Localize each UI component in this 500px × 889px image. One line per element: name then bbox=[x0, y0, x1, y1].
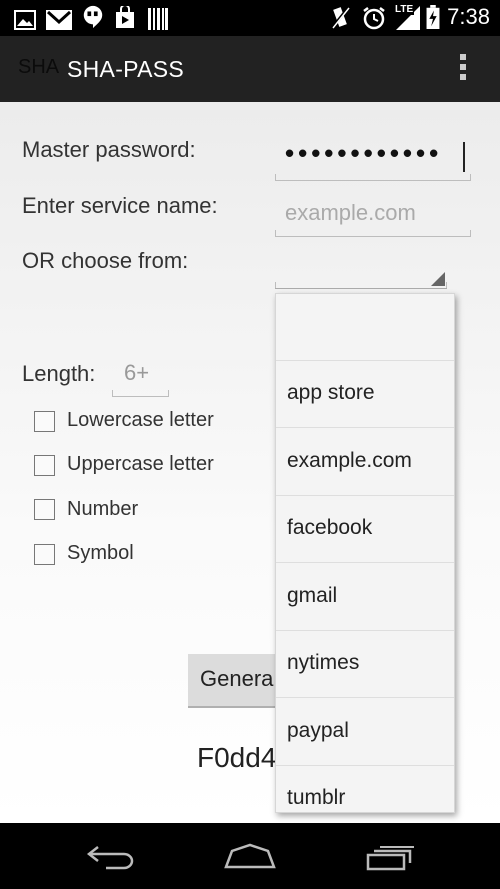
dropdown-item[interactable]: example.com bbox=[276, 429, 454, 496]
number-label: Number bbox=[67, 498, 139, 520]
dropdown-item[interactable]: facebook bbox=[276, 496, 454, 563]
barcode-icon bbox=[148, 8, 168, 30]
dropdown-item-label: paypal bbox=[287, 719, 349, 742]
hangouts-icon bbox=[83, 5, 103, 29]
action-bar: SHA SHA-PASS bbox=[0, 36, 500, 104]
more-vert-icon[interactable] bbox=[458, 54, 468, 84]
length-field[interactable]: 6+ bbox=[112, 358, 169, 397]
dropdown-item-label: nytimes bbox=[287, 651, 360, 674]
master-password-field[interactable]: •••••••••••• bbox=[275, 138, 471, 181]
lowercase-checkbox[interactable] bbox=[34, 411, 55, 432]
text-cursor bbox=[463, 142, 465, 172]
status-bar: LTE 7:38 bbox=[0, 0, 500, 36]
vibrate-icon bbox=[330, 7, 350, 29]
dropdown-item[interactable]: paypal bbox=[276, 699, 454, 766]
recents-icon[interactable] bbox=[366, 845, 416, 871]
dropdown-item[interactable]: nytimes bbox=[276, 631, 454, 698]
lte-signal-icon: LTE bbox=[394, 4, 422, 32]
dropdown-item-label: tumblr bbox=[287, 786, 346, 809]
uppercase-label: Uppercase letter bbox=[67, 453, 214, 475]
dropdown-item-label: app store bbox=[287, 381, 375, 404]
service-dropdown-popup: app store example.com facebook gmail nyt… bbox=[275, 293, 455, 813]
length-placeholder: 6+ bbox=[124, 360, 150, 385]
symbol-label: Symbol bbox=[67, 542, 134, 564]
alarm-icon bbox=[363, 7, 385, 30]
symbol-checkbox[interactable] bbox=[34, 544, 55, 565]
home-icon[interactable] bbox=[224, 843, 276, 869]
status-time: 7:38 bbox=[447, 4, 490, 29]
number-checkbox[interactable] bbox=[34, 499, 55, 520]
service-name-placeholder: example.com bbox=[285, 200, 416, 225]
lte-label: LTE bbox=[394, 4, 415, 15]
app-icon[interactable]: SHA bbox=[18, 56, 62, 82]
app-icon-text: SHA bbox=[18, 56, 60, 78]
service-spinner[interactable] bbox=[275, 252, 447, 289]
battery-charging-icon bbox=[426, 5, 440, 29]
dropdown-item[interactable]: tumblr bbox=[276, 766, 454, 812]
dropdown-item-label: facebook bbox=[287, 516, 373, 539]
dropdown-item-label: gmail bbox=[287, 584, 338, 607]
navigation-bar bbox=[0, 823, 500, 889]
service-name-label: Enter service name: bbox=[22, 193, 218, 218]
gmail-icon bbox=[46, 10, 72, 30]
service-name-field[interactable]: example.com bbox=[275, 196, 471, 237]
master-password-value: •••••••••••• bbox=[285, 138, 443, 168]
dropdown-item[interactable] bbox=[276, 294, 454, 361]
gallery-icon bbox=[14, 10, 36, 30]
length-label: Length: bbox=[22, 361, 96, 386]
back-icon[interactable] bbox=[86, 843, 136, 871]
lowercase-label: Lowercase letter bbox=[67, 409, 214, 431]
spinner-arrow-icon bbox=[431, 272, 445, 286]
choose-from-label: OR choose from: bbox=[22, 248, 189, 273]
dropdown-item-label: example.com bbox=[287, 449, 412, 472]
play-store-icon bbox=[116, 6, 134, 28]
master-password-label: Master password: bbox=[22, 137, 196, 162]
dropdown-item[interactable]: app store bbox=[276, 361, 454, 428]
dropdown-item[interactable]: gmail bbox=[276, 564, 454, 631]
generate-button-label: Genera bbox=[200, 666, 274, 691]
generated-password: F0dd4 bbox=[197, 742, 277, 773]
uppercase-checkbox[interactable] bbox=[34, 455, 55, 476]
app-title: SHA-PASS bbox=[67, 56, 185, 82]
